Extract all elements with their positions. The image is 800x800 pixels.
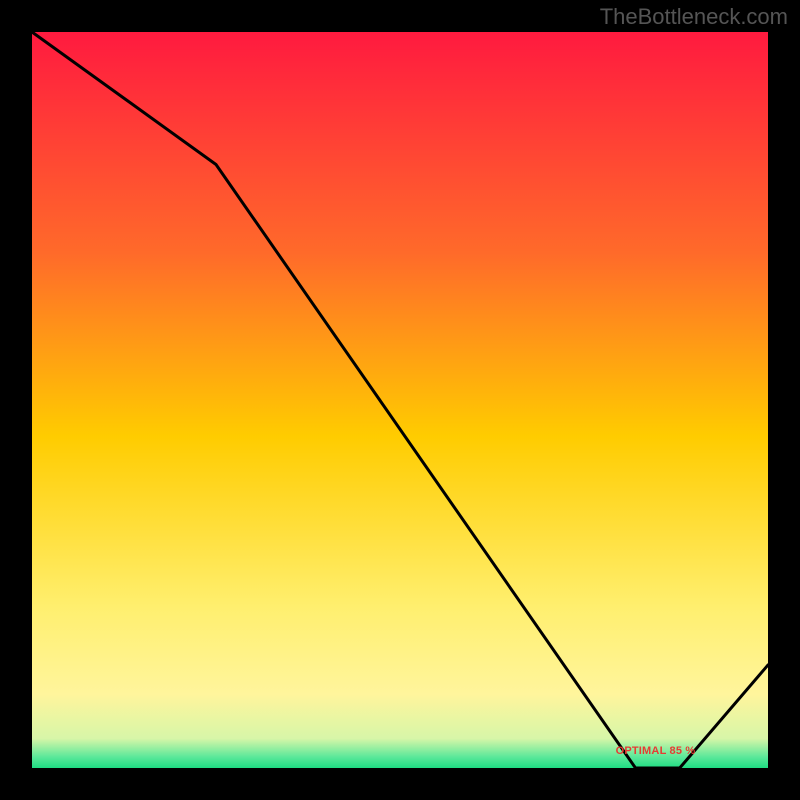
plot-area: OPTIMAL 85 % — [32, 32, 768, 768]
chart-container: TheBottleneck.com OPTIMAL 85 % — [0, 0, 800, 800]
attribution-text: TheBottleneck.com — [600, 4, 788, 30]
bottleneck-curve — [32, 32, 768, 768]
optimal-label: OPTIMAL 85 % — [616, 745, 696, 757]
